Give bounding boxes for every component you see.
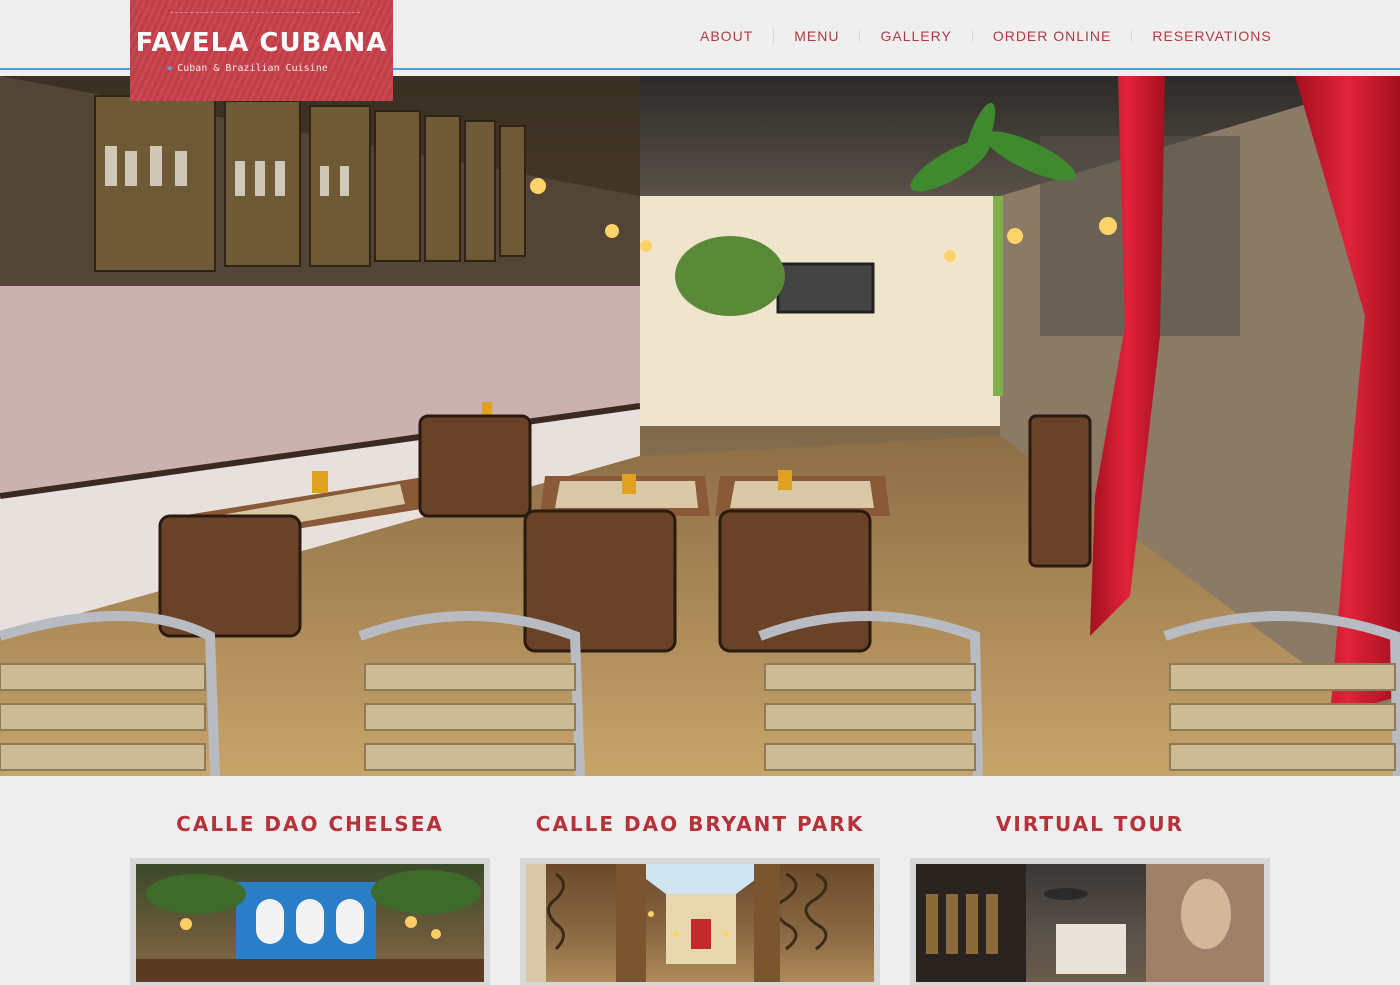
restaurant-interior-illustration: [0, 76, 1400, 776]
star-icon: ★: [166, 60, 174, 74]
logo-decoration: [170, 12, 360, 22]
virtual-tour-title[interactable]: VIRTUAL TOUR: [910, 812, 1270, 842]
virtual-tour-photo-illustration: [916, 864, 1264, 982]
location-photo[interactable]: [520, 858, 880, 985]
virtual-tour-card[interactable]: VIRTUAL TOUR: [910, 812, 1270, 985]
nav-menu-link[interactable]: MENU: [794, 28, 839, 44]
main-nav: ABOUT MENU GALLERY ORDER ONLINE RESERVAT…: [700, 26, 1272, 46]
location-title[interactable]: CALLE DAO CHELSEA: [130, 812, 490, 842]
nav-divider: [773, 29, 775, 43]
location-title[interactable]: CALLE DAO BRYANT PARK: [520, 812, 880, 842]
nav-divider: [971, 29, 973, 43]
hero-image: [0, 76, 1400, 776]
logo-tagline-text: Cuban & Brazilian Cuisine: [177, 63, 328, 74]
nav-divider: [1131, 29, 1133, 43]
nav-reservations-link[interactable]: RESERVATIONS: [1152, 28, 1271, 44]
nav-order-online-link[interactable]: ORDER ONLINE: [993, 28, 1112, 44]
location-card-chelsea[interactable]: CALLE DAO CHELSEA: [130, 812, 490, 985]
nav-about-link[interactable]: ABOUT: [700, 28, 753, 44]
location-card-bryant-park[interactable]: CALLE DAO BRYANT PARK: [520, 812, 880, 985]
location-photo[interactable]: [130, 858, 490, 985]
bryant-park-photo-illustration: [526, 864, 828, 982]
chelsea-photo-illustration: [136, 870, 484, 982]
logo-tagline: ★ Cuban & Brazilian Cuisine: [166, 60, 328, 74]
nav-divider: [859, 29, 861, 43]
logo-title: FAVELA CUBANA: [135, 28, 388, 58]
virtual-tour-photo[interactable]: [910, 858, 1270, 985]
nav-gallery-link[interactable]: GALLERY: [880, 28, 951, 44]
site-logo[interactable]: FAVELA CUBANA ★ Cuban & Brazilian Cuisine: [130, 0, 393, 101]
